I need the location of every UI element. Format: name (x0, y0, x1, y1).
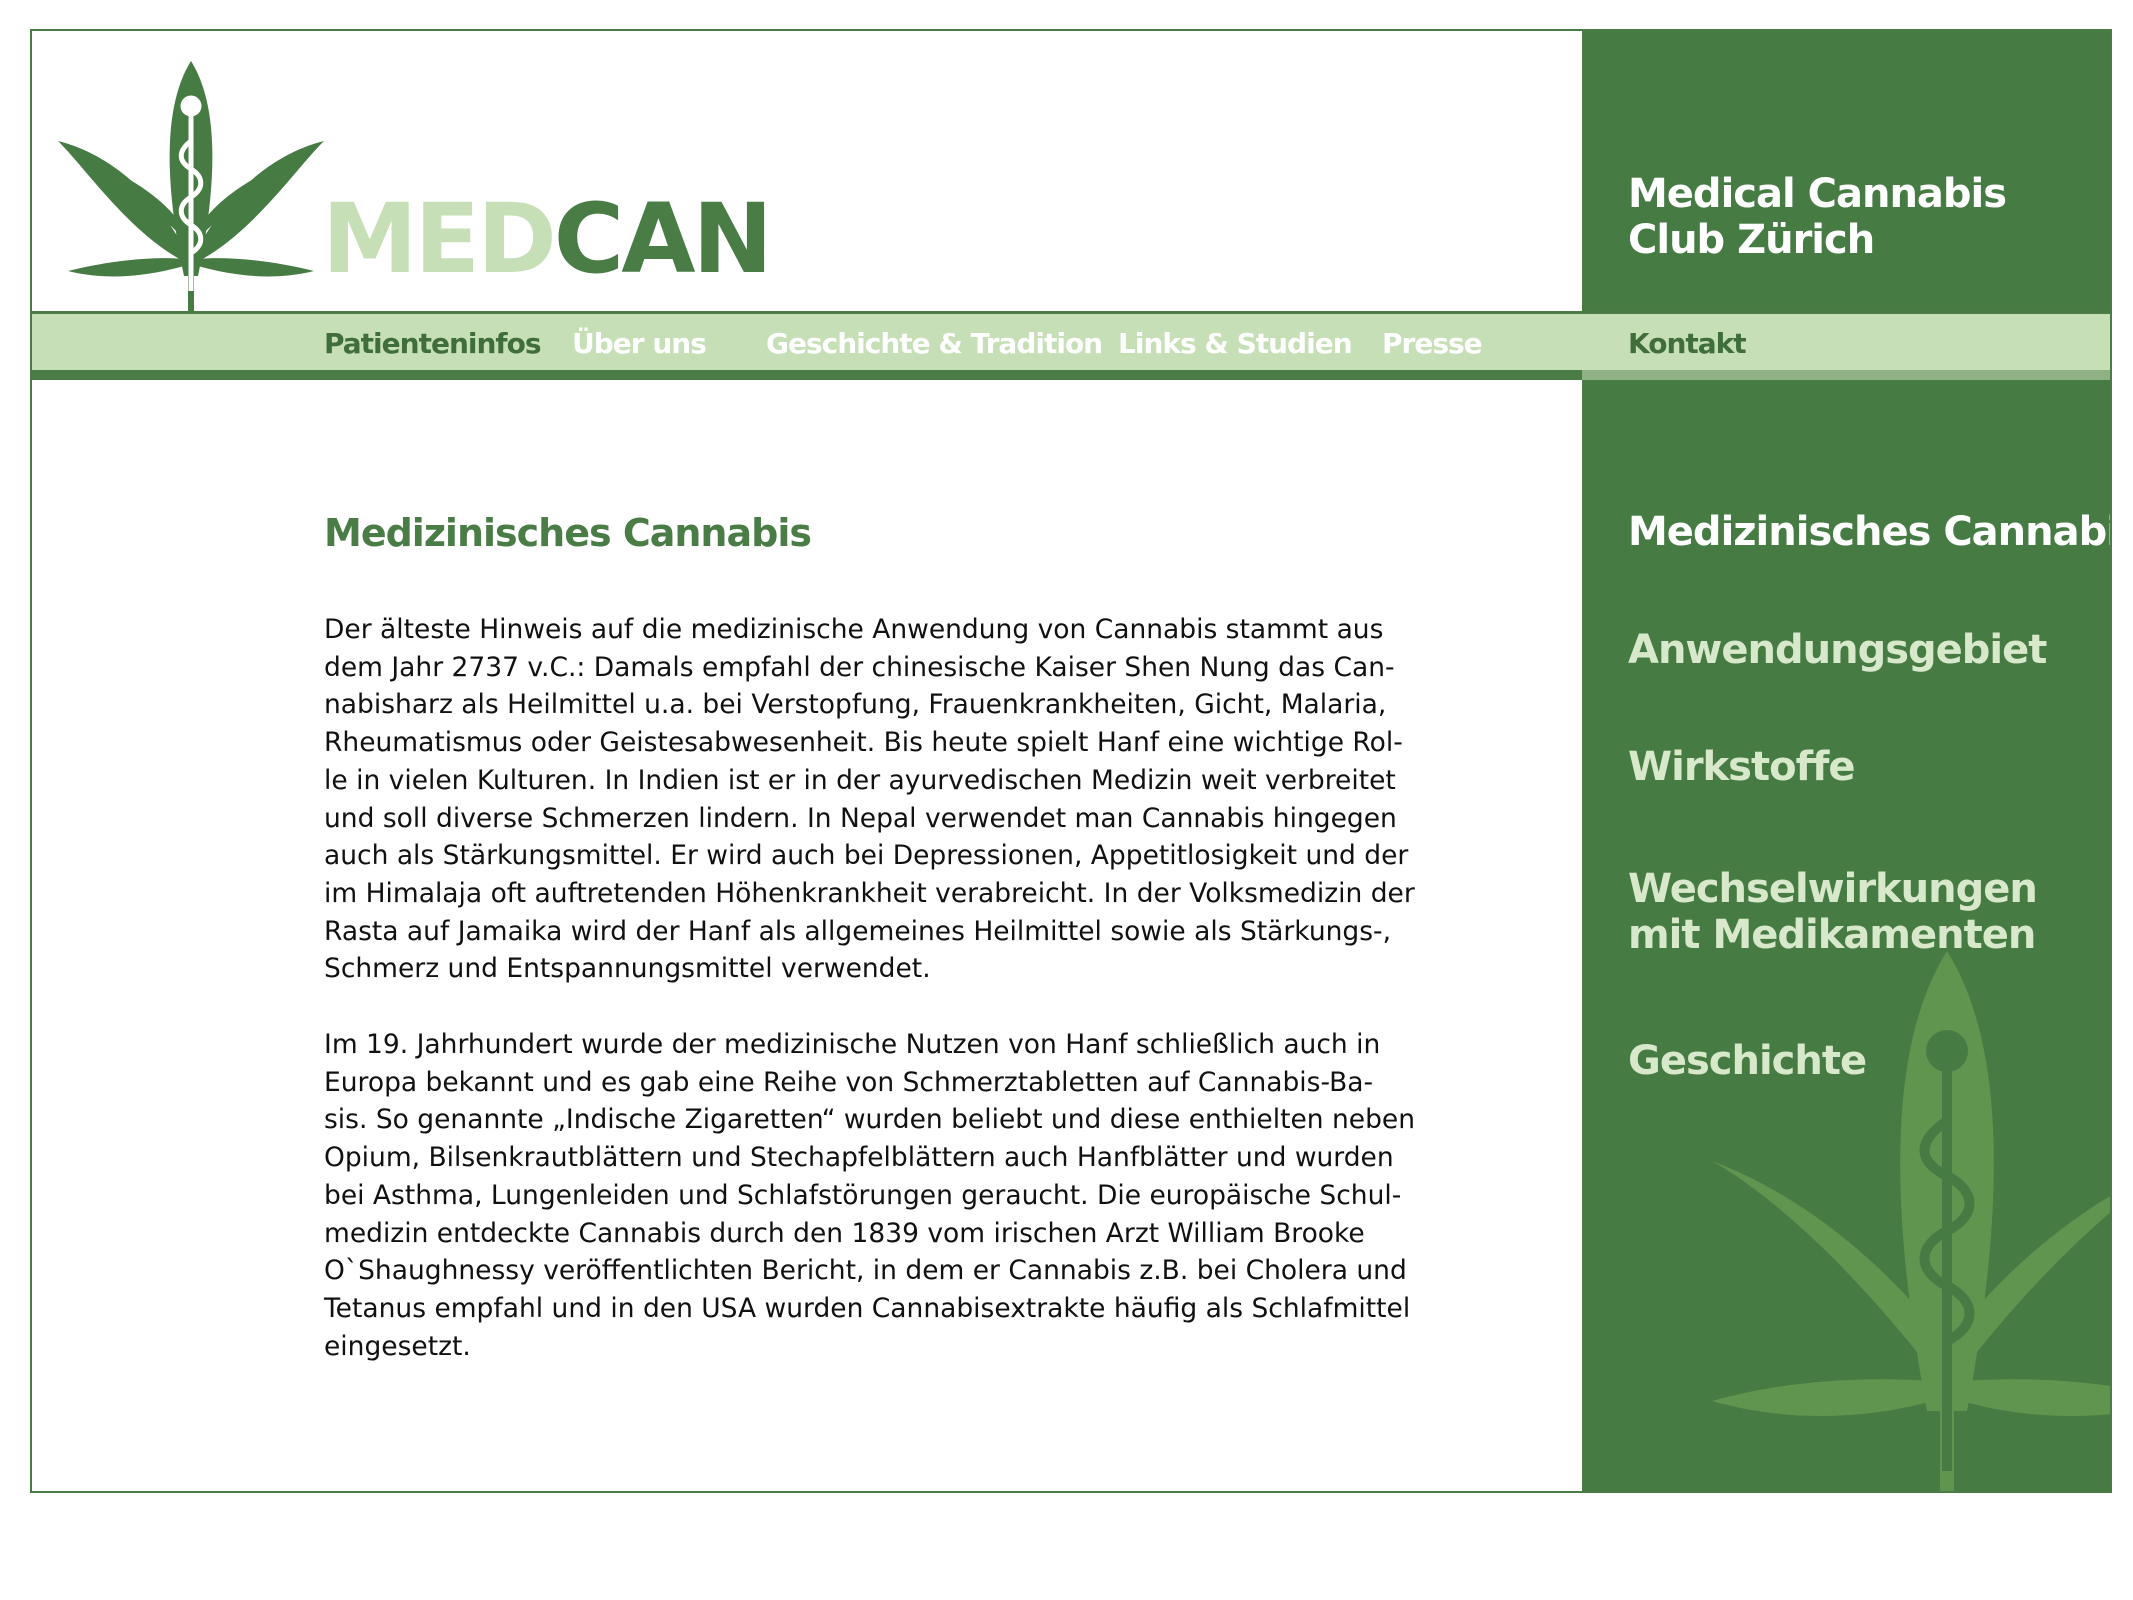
paragraph-history-ancient: Der älteste Hinweis auf die medizinische… (324, 611, 1524, 988)
cannabis-leaf-watermark-icon (1712, 951, 2110, 1491)
text-line: Der älteste Hinweis auf die medizinische… (324, 614, 1384, 645)
text-line: dem Jahr 2737 v.C.: Damals empfahl der c… (324, 651, 1395, 683)
text-line: Schmerz und Entspannungsmittel verwendet… (324, 953, 931, 985)
page-title: Medizinisches Cannabis (324, 511, 812, 555)
text-line: le in vielen Kulturen. In Indien ist er … (324, 764, 1396, 796)
nav-item-presse[interactable]: Presse (1382, 327, 1483, 360)
text-line: eingesetzt. (324, 1330, 471, 1362)
sidebar-item-medizinisches-cannabis[interactable]: Medizinisches Cannabis (1628, 509, 2112, 555)
nav-item-kontakt[interactable]: Kontakt (1628, 327, 1747, 360)
text-line: O`Shaughnessy veröffentlichten Bericht, … (324, 1255, 1407, 1287)
sidebar-item-wechselwirkungen[interactable]: Wechselwirkungen mit Medikamenten (1628, 866, 2038, 958)
main-nav: Patienteninfos Über uns Geschichte & Tra… (32, 311, 1582, 380)
sidebar-item-label: Wirkstoffe (1628, 744, 1856, 790)
text-line: Europa bekannt und es gab eine Reihe von… (324, 1066, 1374, 1098)
nav-item-links-studien[interactable]: Links & Studien (1118, 327, 1353, 360)
nav-item-patienteninfos[interactable]: Patienteninfos (324, 327, 541, 360)
main-nav-right: Kontakt (1582, 311, 2110, 380)
brand-logo-text[interactable]: MEDCAN (322, 191, 773, 287)
text-line: auch als Stärkungsmittel. Er wird auch b… (324, 840, 1409, 872)
nav-item-ueber-uns[interactable]: Über uns (572, 327, 707, 360)
sidebar-item-geschichte[interactable]: Geschichte (1628, 1038, 1867, 1084)
sidebar-item-label: Anwendungsgebiet (1628, 627, 2047, 673)
text-line: Opium, Bilsenkrautblättern und Stechapfe… (324, 1142, 1394, 1174)
club-name-line: Club Zürich (1628, 217, 1875, 263)
text-line: bei Asthma, Lungenleiden und Schlafstöru… (324, 1179, 1402, 1211)
sidebar-item-wirkstoffe[interactable]: Wirkstoffe (1628, 744, 1856, 790)
text-line: Im 19. Jahrhundert wurde der medizinisch… (324, 1029, 1381, 1060)
sidebar-item-label: Wechselwirkungen (1628, 866, 2038, 912)
club-name-line: Medical Cannabis (1628, 171, 2007, 217)
text-line: im Himalaja oft auftretenden Höhenkrankh… (324, 877, 1415, 909)
text-line: Tetanus empfahl und in den USA wurden Ca… (324, 1292, 1411, 1324)
paragraph-history-19th-century: Im 19. Jahrhundert wurde der medizinisch… (324, 1026, 1524, 1365)
brand-can: CAN (553, 183, 773, 295)
brand-med: MED (322, 183, 557, 295)
sidebar-item-label: Medizinisches Cannabis (1628, 509, 2112, 555)
club-name: Medical Cannabis Club Zürich (1628, 171, 2007, 263)
text-line: und soll diverse Schmerzen lindern. In N… (324, 802, 1397, 834)
sidebar-panel: Medical Cannabis Club Zürich Medizinisch… (1582, 31, 2112, 1491)
text-line: sis. So genannte „Indische Zigaretten“ w… (324, 1104, 1416, 1136)
sidebar-item-anwendungsgebiet[interactable]: Anwendungsgebiet (1628, 627, 2047, 673)
nav-item-geschichte-tradition[interactable]: Geschichte & Tradition (766, 327, 1103, 360)
cannabis-leaf-logo-icon (58, 61, 324, 311)
sidebar-item-label: mit Medikamenten (1628, 912, 2036, 958)
text-line: nabisharz als Heilmittel u.a. bei Versto… (324, 689, 1387, 721)
page-frame: MEDCAN Patienteninfos Über uns Geschicht… (30, 29, 2112, 1493)
sidebar-item-label: Geschichte (1628, 1038, 1867, 1084)
text-line: medizin entdeckte Cannabis durch den 183… (324, 1217, 1365, 1249)
text-line: Rasta auf Jamaika wird der Hanf als allg… (324, 915, 1392, 947)
text-line: Rheumatismus oder Geistesabwesenheit. Bi… (324, 727, 1403, 759)
